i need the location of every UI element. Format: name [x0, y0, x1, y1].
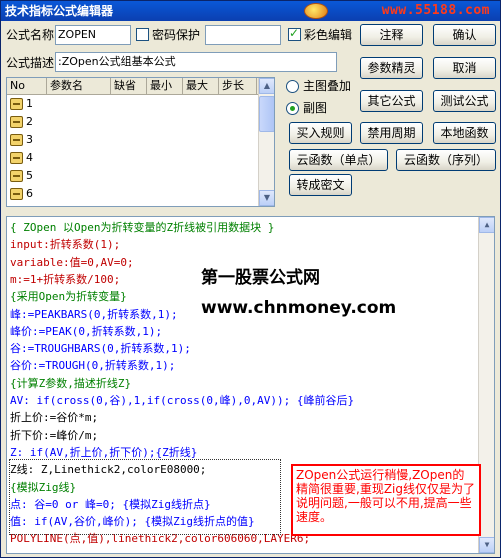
- scroll-down-icon[interactable]: ▼: [259, 190, 274, 206]
- col-min-header[interactable]: 最小: [147, 78, 183, 94]
- password-label: 密码保护: [152, 28, 201, 42]
- annotation-note: ZOpen公式运行稍慢,ZOpen的精简很重要,重现Zig线仅仅是为了说明问题,…: [291, 464, 481, 536]
- code-line: {计算Z参数,描述折线Z}: [10, 376, 132, 390]
- param-row-icon: [10, 98, 23, 110]
- selection-highlight: [9, 459, 281, 535]
- col-name-header[interactable]: 参数名: [47, 78, 111, 94]
- color-edit-label: 彩色编辑: [304, 28, 353, 42]
- to-cipher-button[interactable]: 转成密文: [289, 174, 352, 196]
- param-tune-button[interactable]: 参数精灵: [360, 57, 423, 79]
- title-bar: 技术指标公式编辑器 www.55188.com: [1, 1, 500, 21]
- formula-editor-window: 技术指标公式编辑器 www.55188.com 公式名称 ZOPEN 密码保护 …: [0, 0, 501, 558]
- param-table-header: No 参数名 缺省 最小 最大 步长: [7, 78, 274, 95]
- code-line: 峰:=PEAKBARS(0,折转系数,1);: [10, 307, 178, 321]
- param-row-number: 1: [26, 97, 33, 110]
- scroll-up-icon[interactable]: ▲: [479, 217, 494, 233]
- code-line: { ZOpen 以Open为折转变量的Z折线被引用数据块 }: [10, 221, 275, 234]
- local-function-button[interactable]: 本地函数: [433, 122, 496, 144]
- formula-desc-label: 公式描述: [6, 56, 55, 70]
- col-default-header[interactable]: 缺省: [111, 78, 147, 94]
- col-no-header[interactable]: No: [7, 78, 47, 94]
- window-title: 技术指标公式编辑器: [5, 4, 114, 18]
- param-row-icon: [10, 134, 23, 146]
- param-row[interactable]: 6: [7, 185, 274, 203]
- code-line: m:=1+折转系数/100;: [10, 272, 121, 286]
- site-name-watermark: 第一股票公式网: [201, 268, 320, 288]
- param-row[interactable]: 2: [7, 113, 274, 131]
- param-row[interactable]: 5: [7, 167, 274, 185]
- param-row-icon: [10, 170, 23, 182]
- ok-button[interactable]: 确认: [433, 24, 496, 46]
- main-overlay-label: 主图叠加: [303, 79, 352, 93]
- col-step-header[interactable]: 步长: [219, 78, 257, 94]
- buy-rule-button[interactable]: 买入规则: [289, 122, 352, 144]
- param-table: No 参数名 缺省 最小 最大 步长 1 2 3 4 5 6 ▲ ▼: [6, 77, 275, 207]
- scroll-down-icon[interactable]: ▼: [479, 537, 494, 553]
- note-button[interactable]: 注释: [360, 24, 423, 46]
- param-row-number: 4: [26, 151, 33, 164]
- sub-chart-label: 副图: [303, 101, 328, 115]
- param-row[interactable]: 1: [7, 95, 274, 113]
- scroll-thumb[interactable]: [259, 96, 274, 132]
- code-line: 谷价:=TROUGH(0,折转系数,1);: [10, 359, 176, 373]
- param-row[interactable]: 3: [7, 131, 274, 149]
- param-row-number: 6: [26, 187, 33, 200]
- color-edit-checkbox[interactable]: [288, 26, 301, 41]
- scroll-up-icon[interactable]: ▲: [259, 78, 274, 94]
- param-table-scrollbar[interactable]: ▲ ▼: [258, 78, 274, 206]
- formula-desc-input[interactable]: :ZOpen公式组基本公式: [55, 52, 337, 72]
- param-row-number: 5: [26, 169, 33, 182]
- code-line: 谷:=TROUGHBARS(0,折转系数,1);: [10, 342, 191, 356]
- param-row-icon: [10, 188, 23, 200]
- code-line: 折上价:=谷价*m;: [10, 411, 99, 425]
- cloud-single-button[interactable]: 云函数（单点）: [289, 149, 388, 171]
- param-row-number: 3: [26, 133, 33, 146]
- col-max-header[interactable]: 最大: [183, 78, 219, 94]
- code-line: variable:值=0,AV=0;: [10, 255, 134, 269]
- param-row-icon: [10, 152, 23, 164]
- code-line: 折下价:=峰价/m;: [10, 428, 99, 442]
- cloud-sequence-button[interactable]: 云函数（序列）: [396, 149, 496, 171]
- param-row[interactable]: 4: [7, 149, 274, 167]
- main-overlay-radio[interactable]: [286, 80, 299, 93]
- formula-name-input[interactable]: ZOPEN: [55, 25, 131, 45]
- test-formula-button[interactable]: 测试公式: [433, 90, 496, 112]
- cancel-button[interactable]: 取消: [433, 57, 496, 79]
- param-row-number: 2: [26, 115, 33, 128]
- disable-period-button[interactable]: 禁用周期: [360, 122, 423, 144]
- code-line: AV: if(cross(0,谷),1,if(cross(0,峰),0,AV))…: [10, 394, 355, 407]
- code-line: 峰价:=PEAK(0,折转系数,1);: [10, 324, 163, 338]
- sub-chart-radio[interactable]: [286, 102, 299, 115]
- other-formula-button[interactable]: 其它公式: [360, 90, 423, 112]
- code-line: input:折转系数(1);: [10, 238, 121, 252]
- password-checkbox[interactable]: [136, 28, 149, 41]
- watermark-text: www.55188.com: [381, 3, 490, 18]
- site-url-watermark: www.chnmoney.com: [201, 298, 397, 318]
- watermark-logo-icon: [304, 3, 328, 19]
- param-row-icon: [10, 116, 23, 128]
- formula-name-label: 公式名称: [6, 28, 55, 42]
- code-line: {采用Open为折转变量}: [10, 290, 127, 304]
- password-input[interactable]: [205, 25, 281, 45]
